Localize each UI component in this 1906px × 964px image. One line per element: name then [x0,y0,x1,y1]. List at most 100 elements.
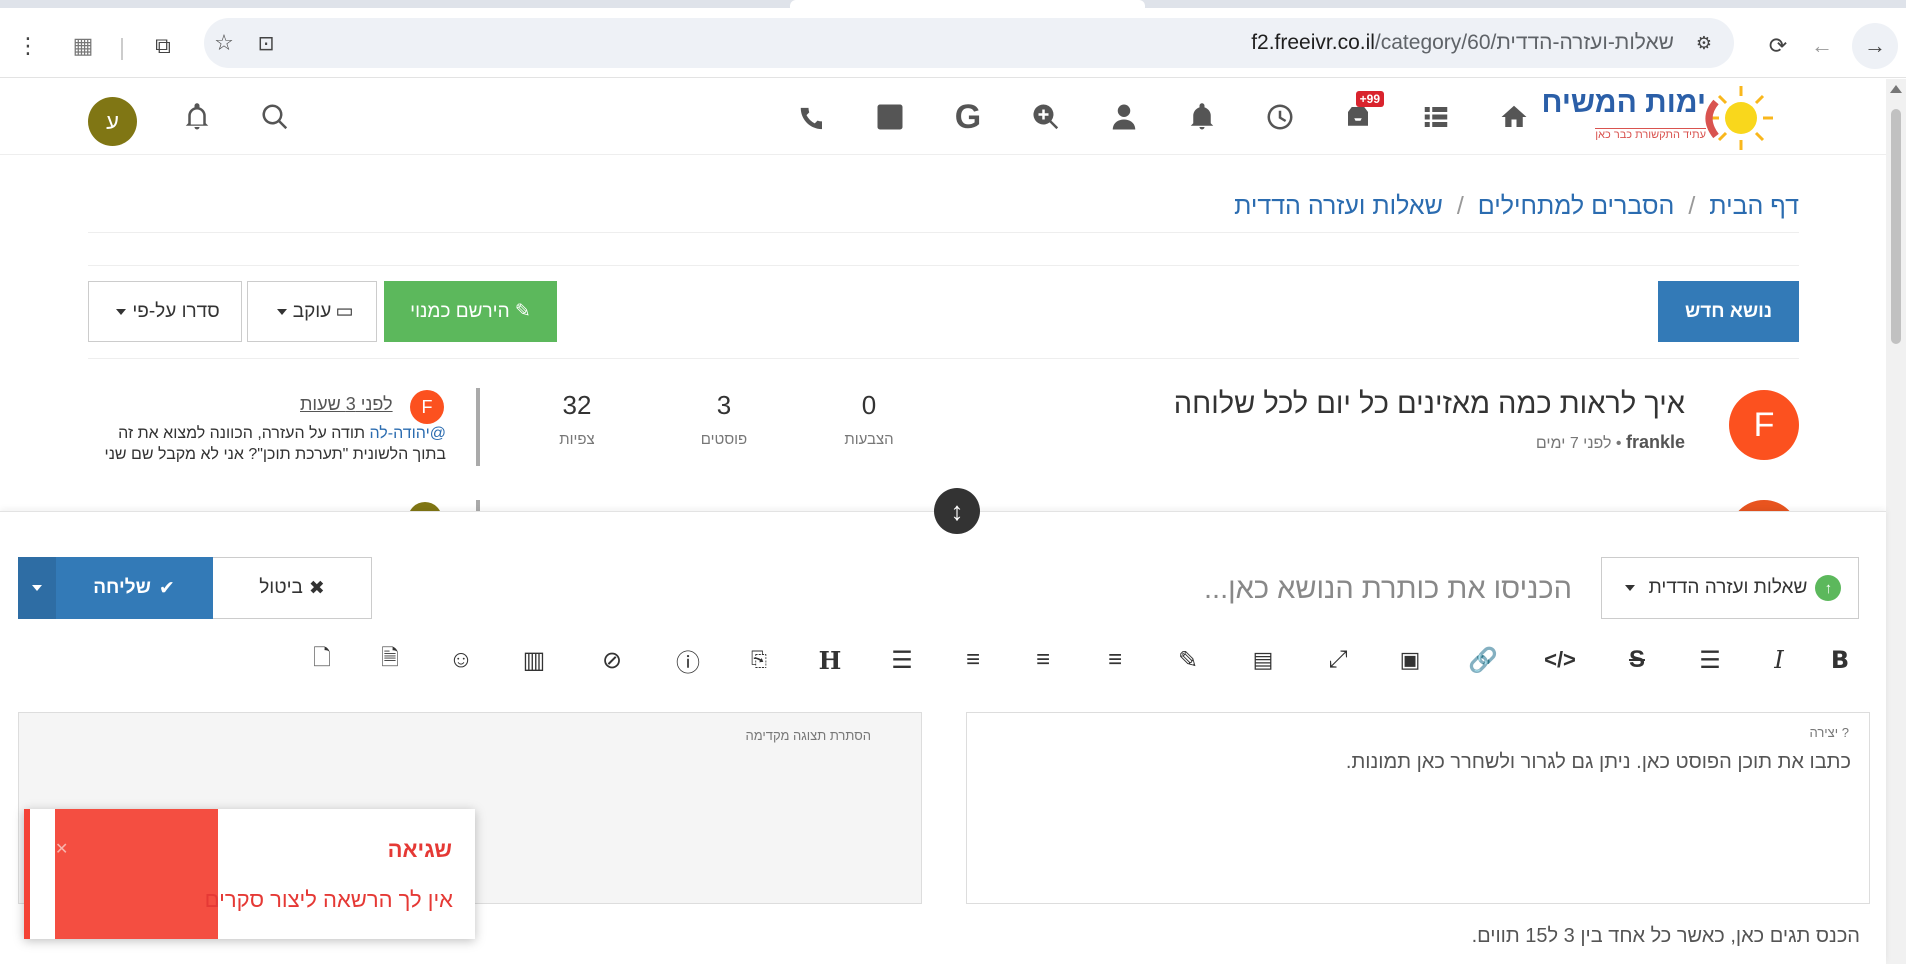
breadcrumb: דף הבית / הסברים למתחילים / שאלות ועזרה הדדי… [1234,192,1799,221]
category-icon: ↑ [1815,575,1842,601]
stat-votes-value: 0 [861,390,877,420]
submit-options-dropdown[interactable] [18,557,56,619]
bulleted-list-icon[interactable]: ☰ [1690,642,1730,678]
notifications-badge: +99 [1355,91,1384,107]
notifications-bell-icon[interactable] [1182,97,1222,137]
align-center-icon[interactable]: ≡ [1023,642,1063,678]
phone-square-icon[interactable] [870,97,910,137]
bookmark-star-icon[interactable]: ☆ [204,23,244,63]
poll-chart-icon[interactable]: ▥ [514,642,554,678]
help-icon[interactable]: ? [1842,725,1849,740]
toolbar-divider [121,38,123,60]
topic-meta: frankle • לפני 7 ימים [1535,432,1685,452]
tab-strip [0,0,1906,8]
topic-title-link[interactable]: איך לראות כמה מאזינים כל יום לכל שלוחה [1174,388,1685,421]
hide-preview-link[interactable]: הסתרת תצוגה מקדימה [745,728,871,743]
user-avatar[interactable]: ע [88,97,137,146]
recent-clock-icon[interactable] [1260,97,1300,137]
emoji-icon[interactable]: ☺ [441,642,481,678]
new-topic-button[interactable]: נושא חדש [1658,281,1799,342]
divider [88,232,1799,233]
scrollbar-thumb[interactable] [1891,109,1901,344]
inbox-small-icon: ▭ [335,301,354,322]
link-icon[interactable]: 🔗 [1463,642,1503,678]
page-scrollbar[interactable] [1886,79,1906,964]
stat-views-value: 32 [562,390,592,420]
heading-icon[interactable]: H [810,642,850,678]
teaser-time-link[interactable]: לפני 3 שעות [300,394,393,415]
follow-button[interactable]: הירשם כמנוי ✎ [384,281,557,342]
sort-label: סדרו על-פי [132,300,220,322]
home-icon[interactable] [1494,97,1534,137]
breadcrumb-beginners[interactable]: הסברים למתחילים [1478,192,1675,220]
code-icon[interactable]: </> [1540,642,1580,678]
toast-close-icon[interactable]: ✕ [55,839,68,859]
search-zoom-icon[interactable] [1026,97,1066,137]
watch-dropdown[interactable]: עוקב ▭ [247,281,377,342]
inbox-icon[interactable]: +99 [1338,91,1384,137]
install-icon[interactable]: ⊡ [246,23,286,63]
hide-eye-icon[interactable]: ⊘ [592,642,632,678]
toast-side-panel [55,809,218,939]
file-icon[interactable]: 🗋 [302,642,342,678]
menu-kebab-icon[interactable]: ⋮ [8,26,48,66]
stat-votes: 0 הצבעות [814,390,924,448]
categories-list-icon[interactable] [1416,97,1456,137]
cancel-button[interactable]: ✖ ביטול [212,557,372,619]
site-settings-icon[interactable]: ⚙ [1684,23,1724,63]
italic-icon[interactable]: I [1759,642,1799,678]
fullscreen-icon[interactable]: ⤢ [1318,642,1358,678]
teaser-mention[interactable]: @יהודה-לה [369,425,446,442]
info-icon[interactable]: ⓘ [668,642,708,678]
write-label-text: יצירה [1809,725,1839,740]
active-tab[interactable] [790,0,1145,8]
submit-button[interactable]: ✔ שליחה [55,557,213,619]
caret-down-icon [116,308,127,315]
url-text: f2.freeivr.co.il/category/60/שאלות-ועזרה… [1251,31,1674,54]
composer-resize-handle[interactable]: ↕ [934,488,980,534]
check-icon: ✔ [158,577,175,599]
topic-title-input[interactable] [812,560,1572,618]
align-left-icon[interactable]: ≡ [1095,642,1135,678]
strikethrough-icon[interactable]: S [1617,642,1657,678]
id-card-icon[interactable]: ▤ [1243,642,1283,678]
address-bar[interactable]: ⚙ f2.freeivr.co.il/category/60/שאלות-ועז… [204,18,1734,68]
align-right-icon[interactable]: ≡ [953,642,993,678]
code-file-icon[interactable]: ⎘ [739,642,779,678]
align-justify-icon[interactable]: ☰ [882,642,922,678]
topic-author[interactable]: frankle [1626,432,1685,452]
scroll-up-icon[interactable] [1890,85,1902,93]
back-icon[interactable]: ← [1802,26,1842,66]
teaser-divider [476,388,480,466]
breadcrumb-separator: / [1688,192,1696,220]
forward-icon[interactable]: → [1852,23,1898,69]
search-icon[interactable] [255,97,295,137]
composer-category-select[interactable]: ↑ שאלות ועזרה הדדית [1601,557,1859,619]
editor-write-pane[interactable]: ? יצירה כתבו את תוכן הפוסט כאן. ניתן גם … [966,712,1870,904]
site-logo[interactable]: ימות המשיח עתיד התקשורת כבר כאן [1538,82,1778,154]
follow-label: הירשם כמנוי [410,300,510,322]
stat-posts-label: פוסטים [700,431,748,448]
users-icon[interactable] [1104,97,1144,137]
sort-dropdown[interactable]: סדרו על-פי [88,281,242,342]
bold-icon[interactable]: B [1820,642,1860,678]
phone-icon[interactable] [792,97,832,137]
editor-placeholder: כתבו את תוכן הפוסט כאן. ניתן גם לגרור ול… [1345,751,1851,773]
bell-icon[interactable] [177,97,217,137]
write-tab-label[interactable]: ? יצירה [1810,725,1850,740]
topic-author-avatar[interactable]: F [1729,390,1799,460]
teaser-avatar[interactable]: F [410,390,444,424]
category-label: שאלות ועזרה הדדית [1648,577,1808,598]
divider [88,265,1799,266]
image-icon[interactable]: ▣ [1390,642,1430,678]
extension-puzzle-icon[interactable]: ▦ [63,26,103,66]
reload-icon[interactable]: ⟳ [1758,26,1798,66]
error-toast[interactable]: ✕ שגיאה אין לך הרשאה ליצור סקרים [24,809,475,939]
breadcrumb-home[interactable]: דף הבית [1709,192,1799,220]
google-icon[interactable]: G [948,97,988,137]
caret-down-icon [32,585,42,591]
tags-input[interactable]: הכנס תגים כאן, כאשר כל אחד בין 3 ל15 תוו… [1472,925,1860,948]
file-image-icon[interactable]: 🗎 [370,642,410,678]
extensions-icon[interactable]: ⧉ [143,26,183,66]
color-picker-icon[interactable]: ✎ [1168,642,1208,678]
